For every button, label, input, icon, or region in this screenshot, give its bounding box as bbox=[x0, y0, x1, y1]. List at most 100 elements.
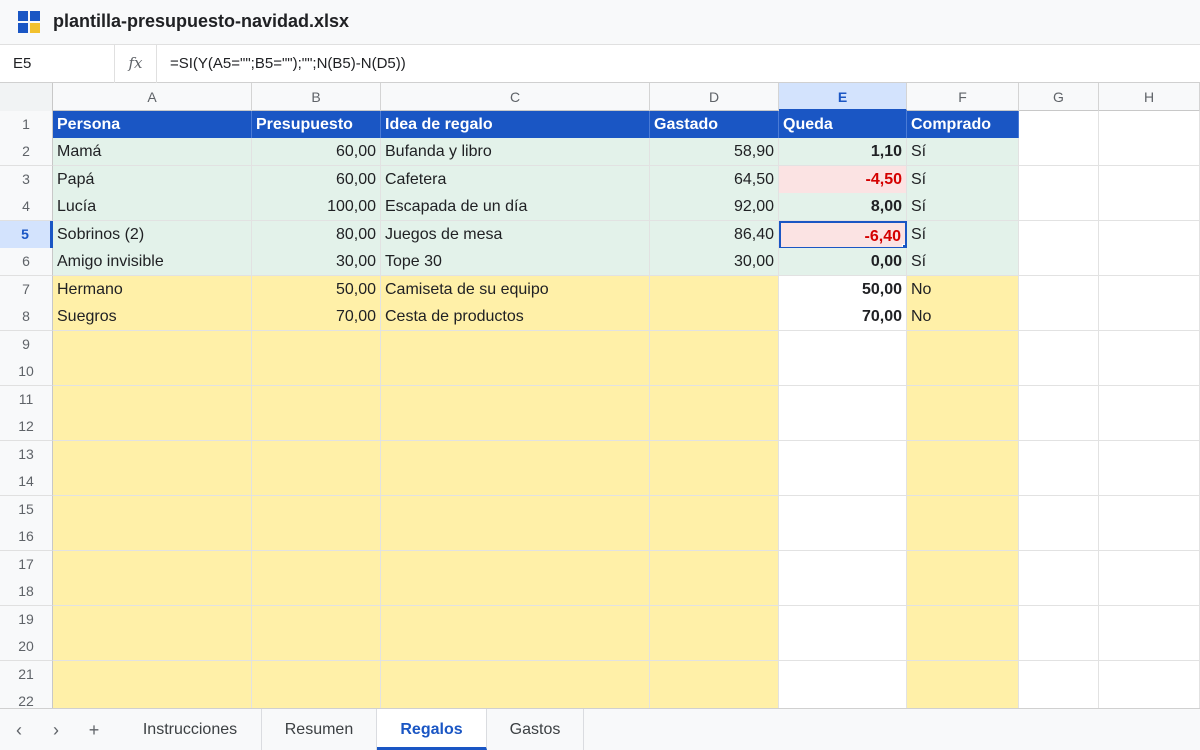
tab-gastos[interactable]: Gastos bbox=[487, 709, 584, 750]
cell-comprado[interactable]: No bbox=[907, 276, 1019, 304]
cell-empty[interactable] bbox=[650, 358, 779, 386]
cell-empty[interactable] bbox=[53, 468, 252, 496]
cell-empty[interactable] bbox=[650, 468, 779, 496]
cell-empty[interactable] bbox=[650, 496, 779, 524]
cell-empty[interactable] bbox=[1099, 276, 1200, 304]
cell-empty[interactable] bbox=[252, 661, 381, 689]
cell-presupuesto[interactable]: 30,00 bbox=[252, 248, 381, 276]
cell-empty[interactable] bbox=[779, 688, 907, 708]
row-header[interactable]: 15 bbox=[0, 496, 53, 524]
row-header[interactable]: 17 bbox=[0, 551, 53, 579]
cell-empty[interactable] bbox=[53, 441, 252, 469]
cell-presupuesto[interactable]: 100,00 bbox=[252, 193, 381, 221]
cell-empty[interactable] bbox=[1019, 303, 1099, 331]
tab-instrucciones[interactable]: Instrucciones bbox=[119, 709, 262, 750]
cell-empty[interactable] bbox=[907, 358, 1019, 386]
cell-empty[interactable] bbox=[907, 551, 1019, 579]
cell-empty[interactable] bbox=[650, 606, 779, 634]
cell-empty[interactable] bbox=[1099, 166, 1200, 194]
cell-empty[interactable] bbox=[252, 468, 381, 496]
cell-empty[interactable] bbox=[1019, 688, 1099, 708]
cell-presupuesto[interactable]: 60,00 bbox=[252, 166, 381, 194]
cell-empty[interactable] bbox=[779, 468, 907, 496]
cell-empty[interactable] bbox=[779, 441, 907, 469]
cell-empty[interactable] bbox=[381, 551, 650, 579]
cell-empty[interactable] bbox=[252, 523, 381, 551]
cell-empty[interactable] bbox=[907, 661, 1019, 689]
cell-empty[interactable] bbox=[381, 661, 650, 689]
cell-empty[interactable] bbox=[1099, 303, 1200, 331]
cell-comprado[interactable]: Sí bbox=[907, 138, 1019, 166]
cell-empty[interactable] bbox=[907, 606, 1019, 634]
cell-empty[interactable] bbox=[1099, 441, 1200, 469]
cell-empty[interactable] bbox=[381, 413, 650, 441]
prev-sheet-button[interactable]: ‹ bbox=[6, 717, 32, 743]
cell-queda[interactable]: 1,10 bbox=[779, 138, 907, 166]
cell-presupuesto[interactable]: 60,00 bbox=[252, 138, 381, 166]
function-icon[interactable]: fx bbox=[115, 45, 157, 83]
cell-empty[interactable] bbox=[779, 578, 907, 606]
active-cell-queda[interactable]: -6,40 bbox=[779, 221, 907, 249]
cell-empty[interactable] bbox=[1099, 661, 1200, 689]
cell-empty[interactable] bbox=[907, 413, 1019, 441]
cell-empty[interactable] bbox=[779, 633, 907, 661]
cell-gastado[interactable]: 58,90 bbox=[650, 138, 779, 166]
column-header-e[interactable]: E bbox=[779, 83, 907, 111]
cell-empty[interactable] bbox=[1099, 468, 1200, 496]
cell-presupuesto[interactable]: 70,00 bbox=[252, 303, 381, 331]
cell-empty[interactable] bbox=[779, 661, 907, 689]
cell-empty[interactable] bbox=[53, 358, 252, 386]
cell-empty[interactable] bbox=[381, 331, 650, 359]
row-header[interactable]: 21 bbox=[0, 661, 53, 689]
cell-queda[interactable]: 0,00 bbox=[779, 248, 907, 276]
cell-empty[interactable] bbox=[650, 578, 779, 606]
cell-empty[interactable] bbox=[1019, 496, 1099, 524]
cell-empty[interactable] bbox=[650, 413, 779, 441]
add-sheet-button[interactable]: + bbox=[81, 717, 107, 743]
cell-empty[interactable] bbox=[252, 578, 381, 606]
cell-empty[interactable] bbox=[381, 633, 650, 661]
cell-gastado[interactable] bbox=[650, 303, 779, 331]
cell-empty[interactable] bbox=[1019, 193, 1099, 221]
cell-empty[interactable] bbox=[779, 413, 907, 441]
cell-idea[interactable]: Cafetera bbox=[381, 166, 650, 194]
spreadsheet-grid[interactable]: ABCDEFGH 1 Persona Presupuesto Idea de rega… bbox=[0, 83, 1200, 708]
cell-empty[interactable] bbox=[53, 688, 252, 708]
cell-empty[interactable] bbox=[1099, 111, 1200, 139]
cell-empty[interactable] bbox=[907, 468, 1019, 496]
cell-empty[interactable] bbox=[1019, 578, 1099, 606]
select-all-corner[interactable] bbox=[0, 83, 53, 111]
cell-empty[interactable] bbox=[252, 633, 381, 661]
next-sheet-button[interactable]: › bbox=[43, 717, 69, 743]
cell-comprado[interactable]: Sí bbox=[907, 166, 1019, 194]
row-header[interactable]: 2 bbox=[0, 138, 53, 166]
cell-empty[interactable] bbox=[1019, 166, 1099, 194]
formula-input[interactable]: =SI(Y(A5="";B5="");"";N(B5)-N(D5)) bbox=[170, 55, 406, 72]
cell-empty[interactable] bbox=[252, 551, 381, 579]
cell-empty[interactable] bbox=[1019, 221, 1099, 249]
cell-empty[interactable] bbox=[381, 688, 650, 708]
cell-empty[interactable] bbox=[381, 606, 650, 634]
row-header[interactable]: 7 bbox=[0, 276, 53, 304]
cell-empty[interactable] bbox=[1019, 111, 1099, 139]
cell-empty[interactable] bbox=[1099, 523, 1200, 551]
cell-empty[interactable] bbox=[779, 606, 907, 634]
row-header[interactable]: 22 bbox=[0, 688, 53, 708]
header-comprado[interactable]: Comprado bbox=[907, 111, 1019, 139]
cell-empty[interactable] bbox=[1099, 248, 1200, 276]
tab-resumen[interactable]: Resumen bbox=[262, 709, 377, 750]
cell-empty[interactable] bbox=[381, 386, 650, 414]
row-header[interactable]: 1 bbox=[0, 111, 53, 139]
cell-empty[interactable] bbox=[907, 331, 1019, 359]
cell-empty[interactable] bbox=[252, 606, 381, 634]
cell-empty[interactable] bbox=[1019, 523, 1099, 551]
cell-persona[interactable]: Sobrinos (2) bbox=[53, 221, 252, 249]
cell-empty[interactable] bbox=[1099, 193, 1200, 221]
cell-comprado[interactable]: Sí bbox=[907, 193, 1019, 221]
cell-empty[interactable] bbox=[53, 578, 252, 606]
cell-empty[interactable] bbox=[53, 331, 252, 359]
cell-empty[interactable] bbox=[779, 523, 907, 551]
cell-idea[interactable]: Camiseta de su equipo bbox=[381, 276, 650, 304]
cell-empty[interactable] bbox=[779, 386, 907, 414]
cell-empty[interactable] bbox=[1019, 606, 1099, 634]
